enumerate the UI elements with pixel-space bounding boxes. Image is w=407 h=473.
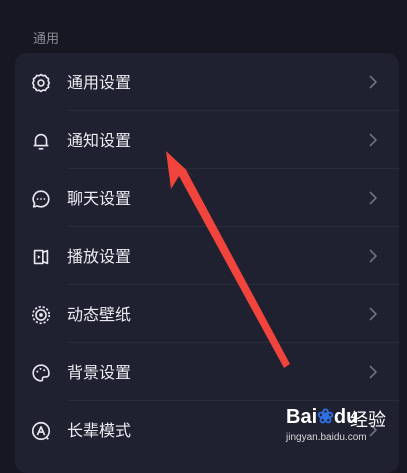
- chevron-right-icon: [369, 249, 378, 263]
- settings-item-notifications[interactable]: 通知设置: [15, 111, 399, 169]
- settings-item-general[interactable]: 通用设置: [15, 53, 399, 111]
- settings-item-label: 播放设置: [67, 247, 132, 266]
- section-title: 通用: [33, 32, 60, 47]
- settings-item-playback[interactable]: 播放设置: [15, 227, 399, 285]
- watermark-brand: 经验: [350, 410, 386, 431]
- chevron-right-icon: [369, 75, 378, 89]
- watermark: Bai❀du 经验 jingyan.baidu.com: [280, 402, 400, 450]
- palette-icon: [32, 364, 50, 382]
- playback-icon: [33, 249, 49, 265]
- settings-item-background[interactable]: 背景设置: [15, 343, 399, 401]
- elder-mode-icon: [31, 421, 51, 441]
- chevron-right-icon: [369, 191, 378, 205]
- settings-item-chat[interactable]: 聊天设置: [15, 169, 399, 227]
- gear-icon: [31, 73, 51, 93]
- chevron-right-icon: [369, 307, 378, 321]
- settings-item-label: 聊天设置: [67, 189, 132, 208]
- settings-item-live-wallpaper[interactable]: 动态壁纸: [15, 285, 399, 343]
- settings-item-label: 动态壁纸: [67, 305, 132, 324]
- bell-icon: [33, 133, 49, 150]
- chevron-right-icon: [369, 365, 378, 379]
- settings-item-label: 长辈模式: [67, 421, 132, 440]
- watermark-logo: Bai❀du: [286, 406, 359, 428]
- settings-item-label: 通知设置: [67, 131, 132, 150]
- chevron-right-icon: [369, 133, 378, 147]
- settings-item-label: 背景设置: [67, 363, 132, 382]
- live-wallpaper-icon: [31, 305, 51, 325]
- watermark-url: jingyan.baidu.com: [286, 432, 367, 443]
- settings-item-label: 通用设置: [67, 73, 132, 92]
- chat-bubble-icon: [32, 190, 50, 208]
